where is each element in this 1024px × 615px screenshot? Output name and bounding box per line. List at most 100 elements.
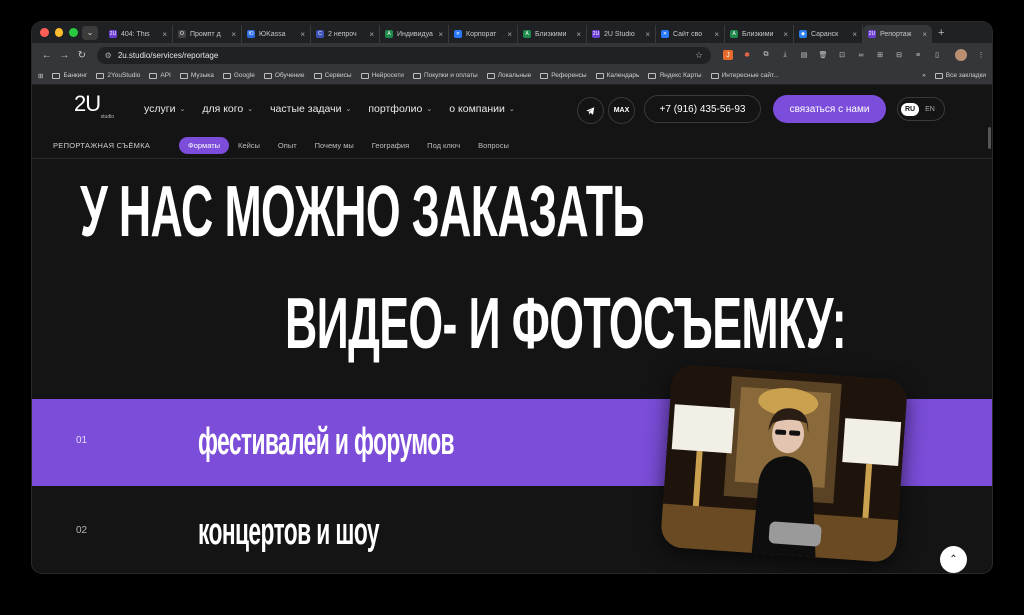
url-text[interactable]: 2u.studio/services/reportage <box>118 51 689 60</box>
reading-list-icon[interactable]: ≡ <box>913 50 923 60</box>
close-tab-icon[interactable]: × <box>852 30 857 39</box>
bookmark-item[interactable]: Сервисы <box>313 72 352 79</box>
telegram-button[interactable] <box>577 97 604 124</box>
browser-tab[interactable]: ◆ Саранск × <box>794 25 863 43</box>
apps-grid-icon[interactable]: ⊞ <box>38 72 43 80</box>
browser-tab[interactable]: A Близкими × <box>725 25 794 43</box>
browser-tab[interactable]: ✕ Сайт сво × <box>656 25 725 43</box>
reload-icon[interactable]: ↻ <box>73 50 91 61</box>
close-tab-icon[interactable]: × <box>231 30 236 39</box>
scrollbar-thumb[interactable] <box>988 127 991 149</box>
site-logo[interactable]: 2U studio <box>74 93 114 121</box>
bookmark-item[interactable]: Интересные сайт... <box>710 72 779 79</box>
site-header: 2U studio услуги ⌄ для кого ⌄ частые задачи ⌄… <box>32 85 992 133</box>
address-bar[interactable]: ⚙ 2u.studio/services/reportage ☆ <box>96 46 712 64</box>
browser-tab[interactable]: 2U 2U Studio × <box>587 25 656 43</box>
bookmark-item[interactable]: Музыка <box>179 72 214 79</box>
bookmark-item[interactable]: Локальные <box>486 72 531 79</box>
save-icon[interactable]: ⊡ <box>837 50 847 60</box>
subnav-item[interactable]: Вопросы <box>469 137 518 154</box>
bookmark-item[interactable]: 2YouStudio <box>96 72 140 79</box>
tab-title: Корпорат <box>466 30 497 38</box>
browser-window: ⌄ 2U 404: This × O Промпт д × Ю ЮKassa × C 2 непро… <box>32 22 992 573</box>
browser-tab[interactable]: 2U 404: This × <box>104 25 173 43</box>
grid-icon[interactable]: ⊟ <box>894 50 904 60</box>
subnav-item[interactable]: Опыт <box>269 137 306 154</box>
bookmark-star-icon[interactable]: ☆ <box>695 50 703 61</box>
lang-en[interactable]: EN <box>925 106 935 113</box>
link-icon[interactable]: ∞ <box>856 50 866 60</box>
section-subnav: РЕПОРТАЖНАЯ СЪЁМКА Форматы Кейсы Опыт Почем… <box>32 133 992 159</box>
bookmark-item[interactable]: Обучение <box>263 72 305 79</box>
browser-tab[interactable]: A Близкими × <box>518 25 587 43</box>
minimize-window-icon[interactable] <box>54 28 64 37</box>
site-settings-icon[interactable]: ⚙ <box>105 51 112 60</box>
trash-icon[interactable]: 🗑 <box>818 50 828 60</box>
all-bookmarks[interactable]: Все закладки <box>934 72 986 79</box>
nav-item[interactable]: для кого ⌄ <box>202 103 253 115</box>
nav-item[interactable]: частые задачи ⌄ <box>270 103 351 115</box>
extension-icon[interactable]: J <box>723 50 734 60</box>
translate-icon[interactable]: ⊞ <box>875 50 885 60</box>
extension-icon[interactable]: ✱ <box>742 50 752 60</box>
scroll-to-top-button[interactable]: ⌃ <box>940 546 967 573</box>
bookmarks-overflow-icon[interactable]: » <box>922 72 926 79</box>
tab-favicon-icon: 2U <box>868 30 876 38</box>
bookmark-item[interactable]: API <box>149 72 171 79</box>
back-arrow-icon[interactable]: ← <box>38 50 56 61</box>
tab-title: Близкими <box>535 30 567 38</box>
bookmark-item[interactable]: Покупки и оплаты <box>412 72 478 79</box>
subnav-item[interactable]: Форматы <box>179 137 230 154</box>
phone-button[interactable]: +7 (916) 435-56-93 <box>644 95 761 123</box>
bookmark-item[interactable]: Референсы <box>540 72 587 79</box>
bookmark-item[interactable]: Нейросети <box>360 72 404 79</box>
nav-item[interactable]: о компании ⌄ <box>449 103 514 115</box>
close-tab-icon[interactable]: × <box>162 30 167 39</box>
close-tab-icon[interactable]: × <box>714 30 719 39</box>
browser-tab[interactable]: 2U Репортаж × <box>863 25 932 43</box>
close-tab-icon[interactable]: × <box>507 30 512 39</box>
tab-title: Близкими <box>742 30 774 38</box>
close-tab-icon[interactable]: × <box>645 30 650 39</box>
nav-item[interactable]: услуги ⌄ <box>144 103 185 115</box>
download-icon[interactable]: ⤓ <box>780 50 790 60</box>
sidebar-icon[interactable]: ▯ <box>932 50 942 60</box>
bookmark-item[interactable]: Банкинг <box>52 72 87 79</box>
browser-tab[interactable]: C 2 непроч × <box>311 25 380 43</box>
tab-favicon-icon: 2U <box>109 30 117 38</box>
close-tab-icon[interactable]: × <box>783 30 788 39</box>
close-window-icon[interactable] <box>40 28 49 37</box>
bookmark-item[interactable]: Календарь <box>595 72 639 79</box>
subnav-item[interactable]: Под ключ <box>418 137 469 154</box>
close-tab-icon[interactable]: × <box>438 30 443 39</box>
tab-list: 2U 404: This × O Промпт д × Ю ЮKassa × C 2 непроч ×… <box>104 22 932 43</box>
subnav-item[interactable]: География <box>363 137 418 154</box>
browser-tab[interactable]: ✕ Корпорат × <box>449 25 518 43</box>
bookmark-item[interactable]: Google <box>222 72 255 79</box>
nav-item[interactable]: портфолио ⌄ <box>368 103 432 115</box>
maximize-window-icon[interactable] <box>69 28 79 37</box>
forward-arrow-icon[interactable]: → <box>56 50 74 61</box>
close-tab-icon[interactable]: × <box>300 30 305 39</box>
browser-tab[interactable]: A Индивидуа × <box>380 25 449 43</box>
bookmark-item[interactable]: Яндекс Карты <box>648 72 702 79</box>
browser-tab[interactable]: O Промпт д × <box>173 25 242 43</box>
lang-ru[interactable]: RU <box>901 102 920 116</box>
section-title: РЕПОРТАЖНАЯ СЪЁМКА <box>53 141 151 150</box>
browser-tab[interactable]: Ю ЮKassa × <box>242 25 311 43</box>
subnav-item[interactable]: Почему мы <box>306 137 363 154</box>
max-messenger-button[interactable]: MAX <box>608 97 635 124</box>
menu-dots-icon[interactable]: ⋮ <box>976 50 986 60</box>
extensions-puzzle-icon[interactable]: ⧉ <box>761 50 771 60</box>
contact-us-button[interactable]: связаться с нами <box>773 95 886 123</box>
tab-search-chevron-icon[interactable]: ⌄ <box>82 25 98 40</box>
clipboard-icon[interactable]: ▤ <box>799 50 809 60</box>
close-tab-icon[interactable]: × <box>369 30 374 39</box>
new-tab-plus-icon[interactable]: + <box>932 27 944 39</box>
close-tab-icon[interactable]: × <box>922 30 927 39</box>
close-tab-icon[interactable]: × <box>576 30 581 39</box>
tab-title: 2U Studio <box>604 30 635 38</box>
subnav-item[interactable]: Кейсы <box>229 137 269 154</box>
profile-avatar[interactable] <box>955 49 968 61</box>
woman-at-event-photo <box>659 363 909 564</box>
